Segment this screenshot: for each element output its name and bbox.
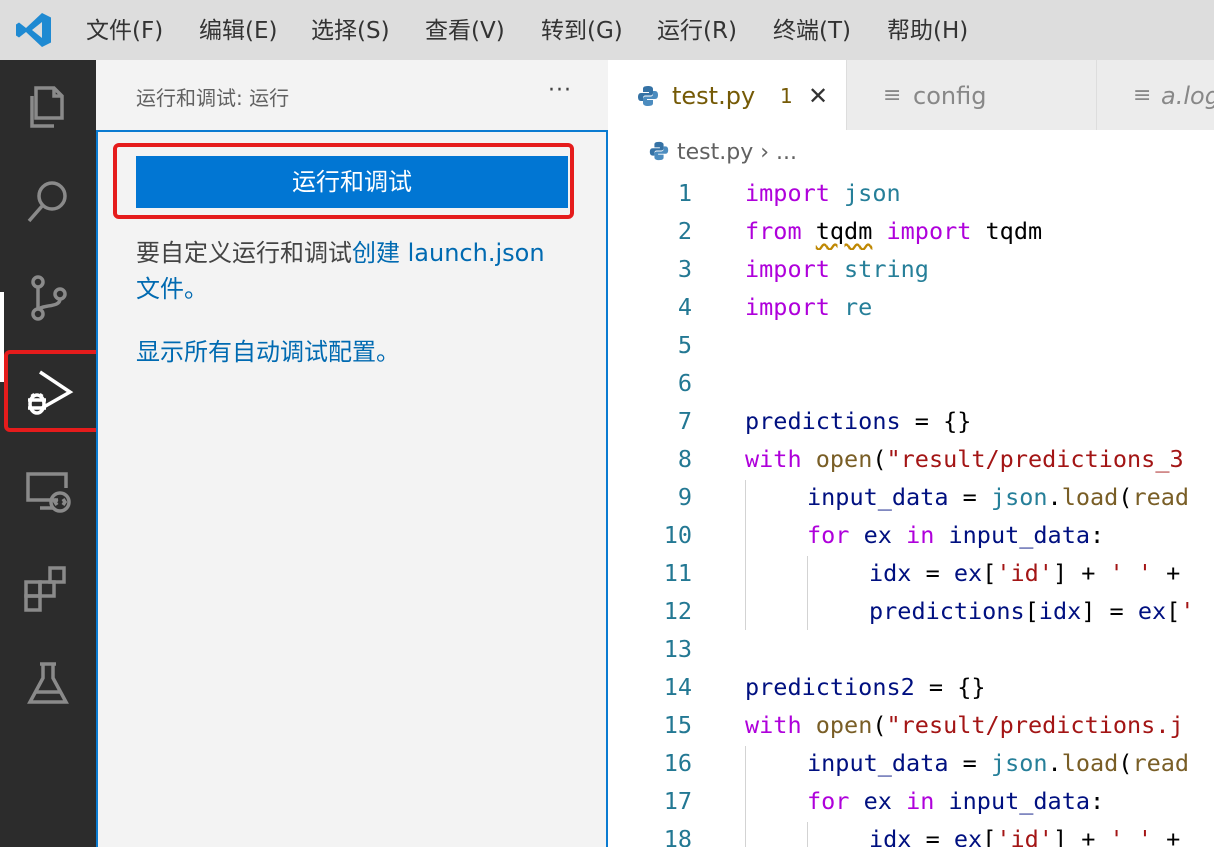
breadcrumb-symbol[interactable]: ... bbox=[776, 140, 797, 165]
problem-count-badge: 1 bbox=[780, 84, 793, 108]
code-text: import re bbox=[745, 293, 873, 321]
code-line: 2 from tqdm import tqdm bbox=[608, 212, 1214, 250]
line-number: 8 bbox=[677, 445, 692, 473]
code-text: from tqdm import tqdm bbox=[745, 217, 1043, 245]
line-number: 13 bbox=[663, 635, 692, 663]
sidebar-title: 运行和调试: 运行 bbox=[136, 86, 290, 110]
line-number: 5 bbox=[677, 331, 692, 359]
code-line: 6 bbox=[608, 364, 1214, 402]
tab-label: test.py bbox=[672, 82, 756, 110]
launch-info-text: 要自定义运行和调试创建 launch.json 文件。 bbox=[136, 235, 576, 307]
tab-config[interactable]: ≡ config bbox=[846, 60, 1096, 130]
line-number: 1 bbox=[677, 179, 692, 207]
tab-a-log[interactable]: ≡ a.log bbox=[1096, 60, 1214, 130]
tab-label: config bbox=[913, 82, 987, 110]
line-number: 16 bbox=[663, 749, 692, 777]
line-number: 6 bbox=[677, 369, 692, 397]
breadcrumb-file[interactable]: test.py bbox=[677, 140, 753, 165]
breadcrumb-separator: › bbox=[760, 140, 770, 165]
code-text: for ex in input_data: bbox=[807, 787, 1105, 815]
menu-run[interactable]: 运行(R) bbox=[657, 15, 737, 47]
line-number: 14 bbox=[663, 673, 692, 701]
menu-help[interactable]: 帮助(H) bbox=[887, 15, 968, 47]
code-text: input_data = json.load(read bbox=[807, 483, 1190, 511]
info-prefix: 要自定义运行和调试 bbox=[136, 239, 352, 267]
highlight-run-button bbox=[113, 143, 574, 219]
code-text: import json bbox=[745, 179, 901, 207]
code-line: 11 idx = ex['id'] + ' ' + bbox=[608, 554, 1214, 592]
line-number: 17 bbox=[663, 787, 692, 815]
line-number: 7 bbox=[677, 407, 692, 435]
line-number: 2 bbox=[677, 217, 692, 245]
line-number: 18 bbox=[663, 825, 692, 847]
code-text: import string bbox=[745, 255, 929, 283]
extensions-icon[interactable] bbox=[20, 560, 76, 616]
code-line: 15 with open("result/predictions.j bbox=[608, 706, 1214, 744]
menu-file[interactable]: 文件(F) bbox=[86, 15, 163, 47]
menu-bar: 文件(F) 编辑(E) 选择(S) 查看(V) 转到(G) 运行(R) 终端(T… bbox=[0, 0, 1214, 60]
code-text: input_data = json.load(read bbox=[807, 749, 1190, 777]
code-line: 18 idx = ex['id'] + ' ' + bbox=[608, 820, 1214, 847]
code-line: 14 predictions2 = {} bbox=[608, 668, 1214, 706]
menu-go[interactable]: 转到(G) bbox=[541, 15, 623, 47]
highlight-run-debug bbox=[4, 350, 110, 432]
code-line: 10 for ex in input_data: bbox=[608, 516, 1214, 554]
code-line: 3 import string bbox=[608, 250, 1214, 288]
code-line: 7 predictions = {} bbox=[608, 402, 1214, 440]
show-all-configs-label[interactable]: 显示所有自动调试配置。 bbox=[136, 338, 400, 366]
python-file-icon bbox=[649, 141, 669, 161]
line-number: 3 bbox=[677, 255, 692, 283]
close-icon[interactable]: ✕ bbox=[808, 60, 828, 132]
line-number: 4 bbox=[677, 293, 692, 321]
code-line: 16 input_data = json.load(read bbox=[608, 744, 1214, 782]
menu-terminal[interactable]: 终端(T) bbox=[773, 15, 851, 47]
code-line: 8 with open("result/predictions_3 bbox=[608, 440, 1214, 478]
more-actions-icon[interactable]: ··· bbox=[548, 78, 572, 103]
info-suffix[interactable]: 文件。 bbox=[136, 275, 208, 303]
line-number: 9 bbox=[677, 483, 692, 511]
show-all-configs-link[interactable]: 显示所有自动调试配置。 bbox=[136, 334, 400, 370]
tab-test-py[interactable]: test.py 1 ✕ bbox=[608, 60, 846, 130]
line-number: 11 bbox=[663, 559, 692, 587]
line-number: 12 bbox=[663, 597, 692, 625]
remote-explorer-icon[interactable] bbox=[20, 464, 76, 520]
editor-tabs: test.py 1 ✕ ≡ config ≡ a.log bbox=[608, 60, 1214, 130]
code-text: with open("result/predictions.j bbox=[745, 711, 1184, 739]
line-number: 15 bbox=[663, 711, 692, 739]
source-control-icon[interactable] bbox=[20, 270, 76, 326]
python-file-icon bbox=[638, 86, 658, 106]
code-text: idx = ex['id'] + ' ' + bbox=[869, 825, 1181, 847]
explorer-icon[interactable] bbox=[20, 78, 76, 134]
text-file-icon: ≡ bbox=[883, 83, 902, 108]
search-icon[interactable] bbox=[20, 174, 76, 230]
vscode-logo-icon bbox=[16, 13, 51, 47]
code-line: 12 predictions[idx] = ex[' bbox=[608, 592, 1214, 630]
menu-view[interactable]: 查看(V) bbox=[425, 15, 505, 47]
tab-label: a.log bbox=[1161, 82, 1214, 110]
create-launch-json-link[interactable]: 创建 launch.json bbox=[352, 239, 545, 267]
code-text: predictions2 = {} bbox=[745, 673, 986, 701]
code-line: 4 import re bbox=[608, 288, 1214, 326]
code-line: 5 bbox=[608, 326, 1214, 364]
testing-icon[interactable] bbox=[20, 656, 76, 712]
code-text: predictions[idx] = ex[' bbox=[869, 597, 1195, 625]
code-line: 13 bbox=[608, 630, 1214, 668]
code-line: 9 input_data = json.load(read bbox=[608, 478, 1214, 516]
line-number: 10 bbox=[663, 521, 692, 549]
code-text: with open("result/predictions_3 bbox=[745, 445, 1184, 473]
menu-edit[interactable]: 编辑(E) bbox=[199, 15, 277, 47]
text-file-icon: ≡ bbox=[1133, 83, 1152, 108]
code-text: idx = ex['id'] + ' ' + bbox=[869, 559, 1181, 587]
breadcrumb: test.py › ... bbox=[648, 140, 797, 165]
code-text: for ex in input_data: bbox=[807, 521, 1105, 549]
code-line: 1 import json bbox=[608, 174, 1214, 212]
code-line: 17 for ex in input_data: bbox=[608, 782, 1214, 820]
menu-selection[interactable]: 选择(S) bbox=[311, 15, 390, 47]
code-text: predictions = {} bbox=[745, 407, 972, 435]
